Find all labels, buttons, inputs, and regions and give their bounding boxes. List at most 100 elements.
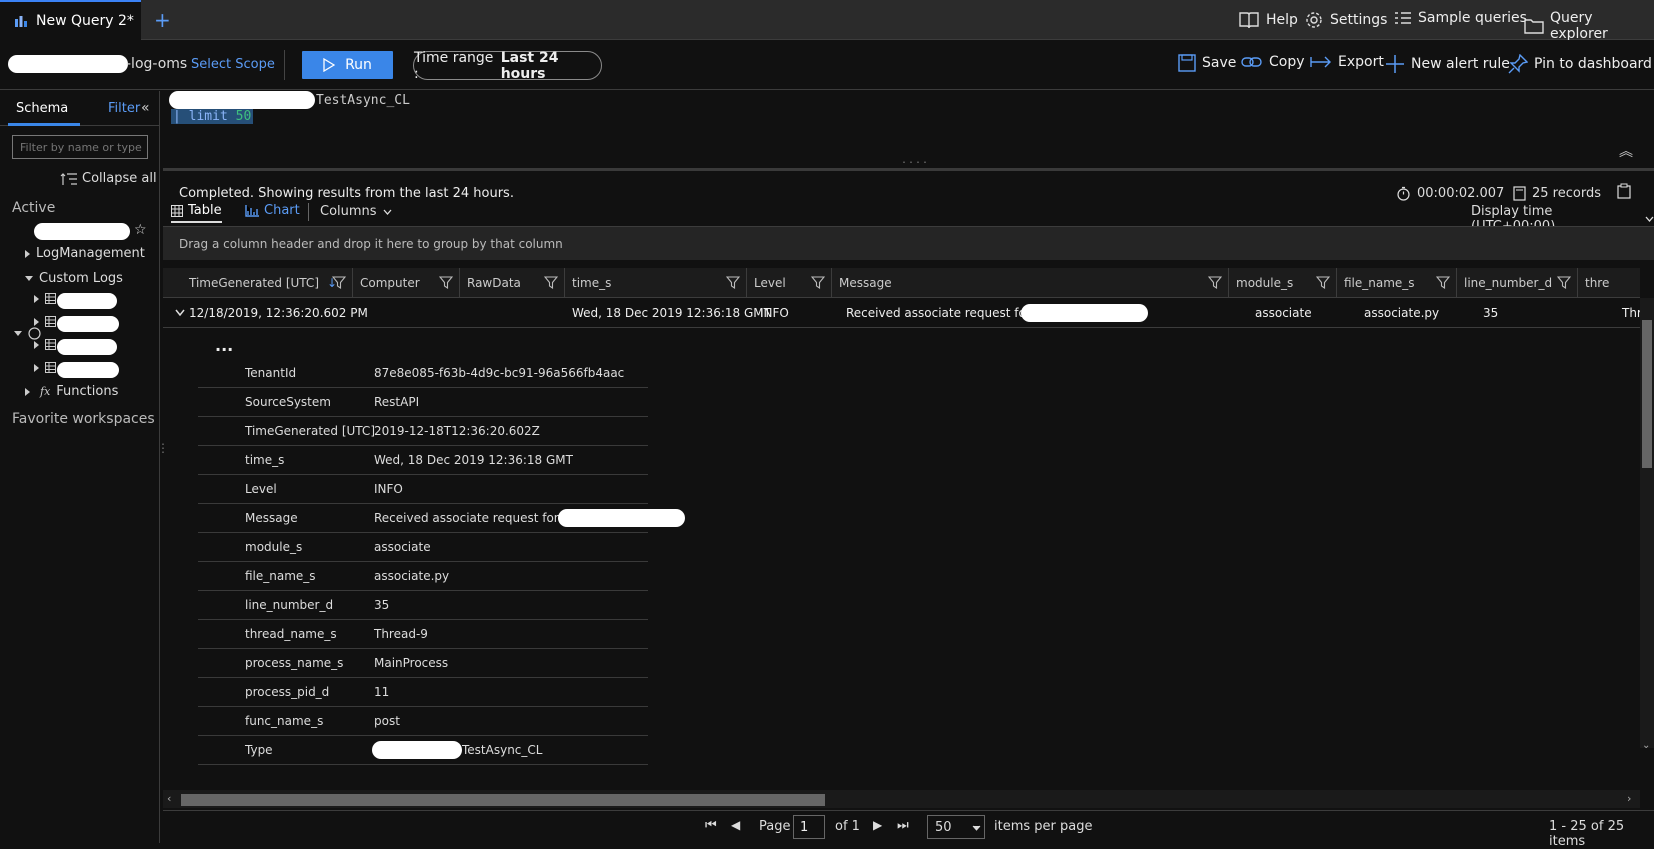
column-header-module-s[interactable]: module_s [1229, 268, 1337, 298]
list-icon [1394, 10, 1412, 26]
tree-item-custom-logs[interactable]: Custom Logs [25, 271, 123, 286]
view-table-toggle[interactable]: Table [171, 203, 222, 223]
column-header-message[interactable]: Message [832, 268, 1229, 298]
filter-icon[interactable] [439, 276, 453, 289]
group-by-bar[interactable]: Drag a column header and drop it here to… [163, 226, 1654, 260]
detail-key: Message [245, 511, 298, 525]
save-button[interactable]: Save [1178, 54, 1236, 72]
new-alert-rule-label: New alert rule [1411, 56, 1510, 72]
export-button[interactable]: Export [1310, 54, 1384, 70]
column-header-file-name-s[interactable]: file_name_s [1337, 268, 1457, 298]
detail-key: thread_name_s [245, 627, 337, 641]
tree-item-logmanagement[interactable]: LogManagement [25, 246, 145, 261]
filter-icon[interactable] [1316, 276, 1330, 289]
custom-log-table-1[interactable] [34, 293, 56, 304]
scroll-right-arrow-icon[interactable]: › [1627, 792, 1631, 805]
filter-icon[interactable] [726, 276, 740, 289]
cell-timegenerated: 12/18/2019, 12:36:20.602 PM [189, 306, 368, 320]
results-pane: Completed. Showing results from the last… [163, 174, 1654, 849]
filter-icon[interactable] [332, 276, 346, 289]
time-range-picker[interactable]: Time range : Last 24 hours [413, 50, 602, 82]
chart-view-label: Chart [264, 203, 300, 218]
add-tab-button[interactable]: + [154, 10, 171, 30]
filter-icon[interactable] [544, 276, 558, 289]
custom-log-table-3[interactable] [34, 339, 56, 350]
scroll-left-arrow-icon[interactable]: ‹ [167, 792, 171, 805]
query-editor[interactable]: TestAsync_CL | limit 50 ︽ .... [163, 91, 1654, 171]
sample-queries-link[interactable]: Sample queries [1394, 10, 1527, 26]
favorite-workspaces-heading: Favorite workspaces [12, 411, 155, 427]
page-size-select[interactable]: 50 [927, 815, 985, 839]
select-scope-link[interactable]: Select Scope [191, 57, 275, 72]
cell-file-name-s: associate.py [1364, 306, 1440, 320]
query-explorer-link[interactable]: Query explorer [1524, 10, 1654, 42]
detail-value: associate.py [374, 569, 450, 583]
header-label: Computer [360, 276, 420, 290]
pin-to-dashboard-button[interactable]: Pin to dashboard [1508, 54, 1652, 74]
filter-icon[interactable] [1436, 276, 1450, 289]
collapse-all-button[interactable]: Collapse all [60, 171, 157, 186]
custom-log-table-2[interactable] [34, 316, 56, 327]
tab-filter[interactable]: Filter [108, 101, 140, 116]
page-label: Page [759, 819, 791, 834]
tab-new-query-2[interactable]: New Query 2* [0, 0, 141, 40]
column-header-computer[interactable]: Computer [353, 268, 460, 298]
first-page-icon[interactable]: ⏮ [705, 818, 717, 833]
filter-icon[interactable] [811, 276, 825, 289]
active-heading: Active [12, 200, 56, 216]
detail-row: Level INFO [198, 474, 648, 504]
schema-filter-input[interactable] [12, 135, 148, 159]
vertical-scrollbar[interactable]: ⌄ [1640, 298, 1654, 751]
expanded-caret-icon [25, 276, 33, 281]
table-view-label: Table [188, 203, 222, 218]
collapse-pane-icon[interactable]: « [141, 100, 150, 116]
copy-button[interactable]: Copy [1241, 54, 1305, 70]
more-options-icon[interactable]: ... [215, 336, 233, 355]
tree-item-functions[interactable]: fx Functions [25, 384, 118, 399]
new-alert-rule-button[interactable]: New alert rule [1385, 54, 1510, 74]
redacted-workspace-name [8, 55, 128, 73]
custom-log-table-4[interactable] [34, 362, 56, 373]
next-page-icon[interactable]: ▶ [873, 818, 882, 832]
column-header-time-s[interactable]: time_s [565, 268, 747, 298]
redacted-table-name [57, 339, 117, 355]
scroll-down-arrow-icon[interactable]: ⌄ [1642, 740, 1650, 751]
column-header-level[interactable]: Level [747, 268, 832, 298]
view-chart-toggle[interactable]: Chart [245, 203, 300, 218]
pin-icon [1508, 54, 1528, 74]
editor-resize-handle[interactable]: .... [901, 155, 929, 166]
horizontal-scrollbar-thumb[interactable] [181, 794, 825, 806]
last-page-icon[interactable]: ⏭ [897, 818, 909, 833]
play-icon [323, 58, 336, 72]
copy-label: Copy [1269, 54, 1305, 70]
vertical-scrollbar-thumb[interactable] [1642, 320, 1652, 468]
page-number-input[interactable] [793, 815, 825, 839]
help-label: Help [1266, 12, 1298, 28]
column-header-line-number-d[interactable]: line_number_d [1457, 268, 1578, 298]
filter-icon[interactable] [1208, 276, 1222, 289]
table-icon [45, 293, 56, 304]
help-link[interactable]: Help [1238, 10, 1298, 30]
horizontal-scrollbar[interactable]: ‹ › [163, 790, 1640, 808]
plus-icon [1385, 54, 1405, 74]
column-header-rawdata[interactable]: RawData [460, 268, 565, 298]
tab-schema[interactable]: Schema [16, 101, 68, 116]
detail-row: thread_name_s Thread-9 [198, 619, 648, 649]
run-button[interactable]: Run [302, 51, 393, 79]
redacted-table-prefix [169, 91, 315, 109]
column-header-timegenerated[interactable]: TimeGenerated [UTC] ↓ [182, 268, 353, 298]
clipboard-icon[interactable] [1617, 183, 1631, 199]
previous-page-icon[interactable]: ◀ [731, 818, 740, 832]
header-label: TimeGenerated [UTC] [189, 276, 319, 290]
table-row[interactable]: 12/18/2019, 12:36:20.602 PM Wed, 18 Dec … [163, 298, 1642, 328]
collapse-editor-icon[interactable]: ︽ [1619, 141, 1633, 161]
columns-dropdown[interactable]: Columns [320, 204, 392, 219]
run-label: Run [345, 57, 372, 73]
page-size-value: 50 [935, 820, 952, 835]
column-header-thread[interactable]: thre [1578, 268, 1640, 298]
favorite-star-icon[interactable]: ☆ [134, 222, 147, 238]
query-line-2: | limit 50 [171, 109, 254, 124]
collapse-all-label: Collapse all [82, 171, 157, 186]
filter-icon[interactable] [1557, 276, 1571, 289]
settings-link[interactable]: Settings [1304, 10, 1387, 30]
